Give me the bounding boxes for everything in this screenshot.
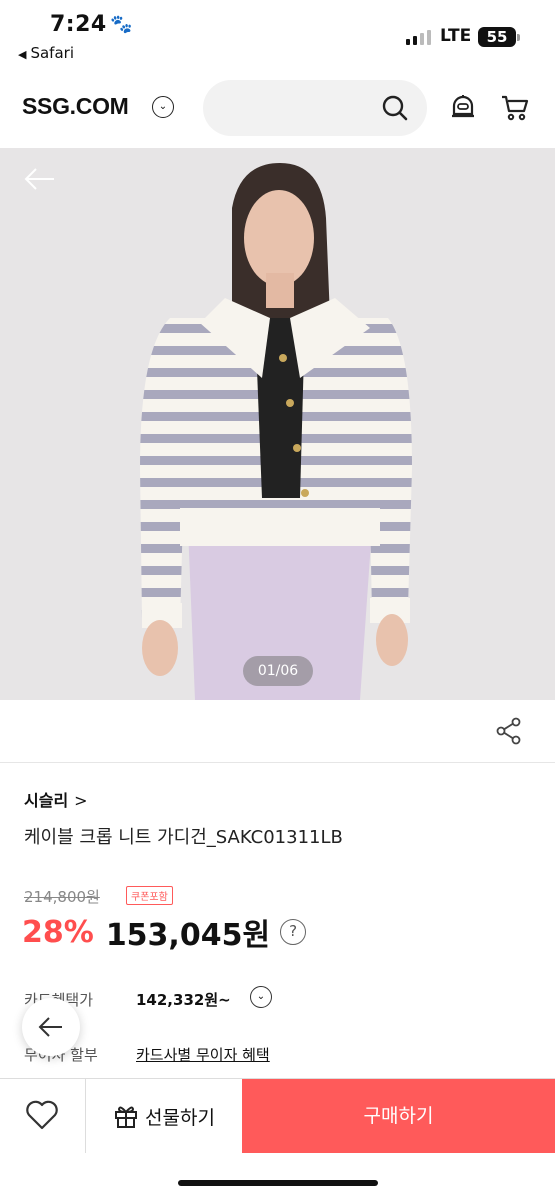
site-header: SSG.COM ⌄ [0,75,555,140]
brand-name: 시슬리 [24,791,69,810]
section-divider [0,762,555,763]
product-name: 케이블 크롭 니트 가디건_SAKC01311LB [24,827,343,848]
battery-indicator: 55 [478,27,520,47]
network-label: LTE [440,26,472,46]
status-time: 7:24 [50,12,107,37]
price-row: 28% 153,045원 ? [22,912,307,953]
product-photo-illustration [140,163,412,700]
paw-icon: 🐾 [110,14,133,35]
chatbot-icon[interactable] [448,92,478,122]
gift-button[interactable]: 선물하기 [86,1079,242,1153]
product-image[interactable] [0,148,555,700]
chevron-right-icon: > [74,791,88,810]
floating-back-button[interactable] [22,998,80,1056]
sale-price: 153,045원 [105,918,271,953]
help-icon[interactable]: ? [280,919,307,945]
brand-link[interactable]: 시슬리 > [24,787,88,811]
wishlist-button[interactable] [0,1079,86,1153]
installment-benefit-link[interactable]: 카드사별 무이자 혜택 [136,1044,270,1065]
site-logo[interactable]: SSG.COM [22,93,129,120]
arrow-left-icon [38,1017,62,1037]
chevron-down-icon[interactable]: ⌄ [250,986,272,1008]
discount-rate: 28% [22,914,94,950]
status-bar: 7:24 🐾 ◀ Safari LTE 55 [0,0,555,70]
gallery-counter: 01/06 [243,656,313,686]
back-to-safari[interactable]: ◀ Safari [18,44,74,62]
signal-icon [406,27,431,45]
back-triangle-icon: ◀ [18,48,27,61]
search-input[interactable] [203,80,427,136]
heart-icon [26,1100,58,1130]
buy-button[interactable]: 구매하기 [242,1079,555,1153]
card-benefit-price: 142,332원~ [136,991,231,1009]
share-icon[interactable] [496,717,522,745]
home-indicator [178,1180,378,1186]
cart-icon[interactable] [500,92,530,122]
original-price: 214,800원 [24,888,100,906]
back-app-label: Safari [30,44,74,62]
chevron-down-icon[interactable]: ⌄ [152,96,174,118]
coupon-badge: 쿠폰포함 [126,886,173,905]
gallery-back-arrow-icon[interactable] [24,168,56,190]
gift-icon [115,1106,138,1128]
gift-label: 선물하기 [145,1106,215,1129]
search-icon[interactable] [381,94,409,122]
